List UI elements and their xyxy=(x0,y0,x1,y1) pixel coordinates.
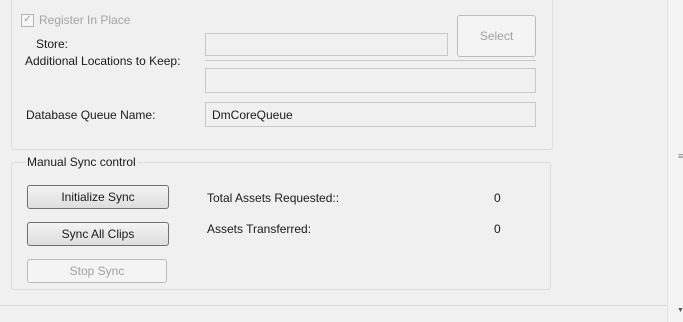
panel-bottom-divider xyxy=(0,305,667,306)
additional-locations-label: Additional Locations to Keep: xyxy=(25,54,181,68)
register-in-place-checkbox[interactable]: ✓ Register In Place xyxy=(21,13,130,27)
stop-sync-button[interactable]: Stop Sync xyxy=(27,259,167,283)
locations-field-border xyxy=(205,60,536,61)
checkbox-check-icon: ✓ xyxy=(21,13,34,27)
additional-locations-input[interactable] xyxy=(205,68,536,93)
store-label: Store: xyxy=(36,37,69,51)
vertical-scrollbar[interactable]: ≡ ▼ xyxy=(667,0,683,322)
settings-panel: ✓ Register In Place Store: Select Additi… xyxy=(0,0,667,322)
database-queue-label: Database Queue Name: xyxy=(26,108,156,122)
database-queue-input[interactable] xyxy=(205,102,536,127)
sync-all-clips-button[interactable]: Sync All Clips xyxy=(27,222,169,246)
total-assets-requested-value: 0 xyxy=(494,191,501,205)
assets-transferred-label: Assets Transferred: xyxy=(207,222,312,236)
scrollbar-grip-icon[interactable]: ≡ xyxy=(678,152,683,161)
manual-sync-title: Manual Sync control xyxy=(25,155,138,169)
initialize-sync-button[interactable]: Initialize Sync xyxy=(27,185,169,209)
total-assets-requested-label: Total Assets Requested:: xyxy=(207,191,340,205)
select-button[interactable]: Select xyxy=(457,15,536,57)
store-input[interactable] xyxy=(205,33,448,56)
assets-transferred-value: 0 xyxy=(494,222,501,236)
register-in-place-label: Register In Place xyxy=(39,13,131,27)
scroll-down-arrow-icon[interactable]: ▼ xyxy=(677,307,683,314)
